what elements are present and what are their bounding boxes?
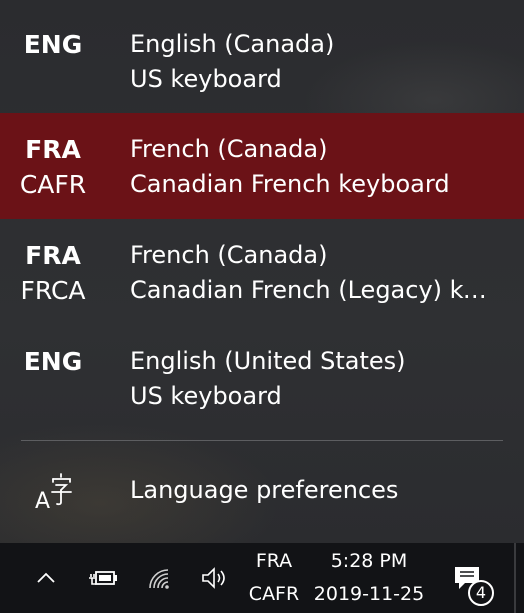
language-name: French (Canada)	[130, 135, 328, 163]
language-details: French (Canada) Canadian French keyboard	[130, 132, 490, 202]
language-preferences-link[interactable]: A Language preferences	[0, 462, 524, 522]
language-details: French (Canada) Canadian French (Legacy)…	[130, 238, 490, 308]
volume-button[interactable]	[194, 543, 234, 613]
language-details: English (Canada) US keyboard	[130, 27, 490, 97]
language-item-french-canada-frca[interactable]: FRA FRCA French (Canada) Canadian French…	[0, 219, 524, 325]
input-language-flyout: ENG English (Canada) US keyboard FRA CAF…	[0, 0, 524, 543]
language-name: English (United States)	[130, 347, 406, 375]
language-code: ENG	[0, 344, 106, 379]
chevron-up-icon	[36, 572, 56, 584]
battery-button[interactable]	[82, 543, 124, 613]
clock[interactable]: 5:28 PM 2019-11-25	[310, 543, 428, 613]
language-name: English (Canada)	[130, 30, 335, 58]
language-code-main: FRA	[25, 135, 81, 164]
input-indicator[interactable]: FRA CAFR	[242, 543, 306, 613]
language-details: English (United States) US keyboard	[130, 344, 490, 414]
clock-date: 2019-11-25	[313, 583, 425, 605]
language-code-main: FRA	[25, 241, 81, 270]
volume-icon	[199, 566, 229, 590]
language-item-french-canada-cafr[interactable]: FRA CAFR French (Canada) Canadian French…	[0, 113, 524, 219]
clock-time: 5:28 PM	[330, 550, 408, 572]
divider	[21, 440, 503, 441]
keyboard-name: Canadian French (Legacy) ke...	[130, 276, 490, 304]
language-name: French (Canada)	[130, 241, 328, 269]
keyboard-name: US keyboard	[130, 382, 282, 410]
network-button[interactable]	[140, 543, 180, 613]
language-code: FRA FRCA	[0, 238, 106, 308]
show-hidden-icons-button[interactable]	[28, 543, 64, 613]
input-indicator-code: FRA	[255, 550, 293, 572]
language-preferences-label: Language preferences	[130, 476, 399, 504]
language-code-sub: CAFR	[19, 170, 87, 199]
language-icon: A	[34, 472, 74, 514]
wifi-icon	[146, 566, 174, 590]
taskbar: FRA CAFR 5:28 PM 2019-11-25 4	[0, 543, 524, 613]
language-code: FRA CAFR	[0, 132, 106, 202]
keyboard-name: US keyboard	[130, 65, 282, 93]
language-code-main: ENG	[23, 347, 83, 376]
screen: ENG English (Canada) US keyboard FRA CAF…	[0, 0, 524, 613]
language-code-main: ENG	[23, 30, 83, 59]
battery-icon	[88, 566, 118, 590]
language-item-english-canada[interactable]: ENG English (Canada) US keyboard	[0, 8, 524, 114]
language-code-sub: FRCA	[20, 276, 86, 305]
input-indicator-sub-code: CAFR	[248, 583, 300, 605]
notification-count-badge: 4	[468, 580, 494, 606]
language-code: ENG	[0, 27, 106, 62]
svg-text:A: A	[35, 489, 50, 512]
keyboard-name: Canadian French keyboard	[130, 170, 450, 198]
language-item-english-united-states[interactable]: ENG English (United States) US keyboard	[0, 325, 524, 431]
show-desktop-edge[interactable]	[514, 543, 516, 613]
